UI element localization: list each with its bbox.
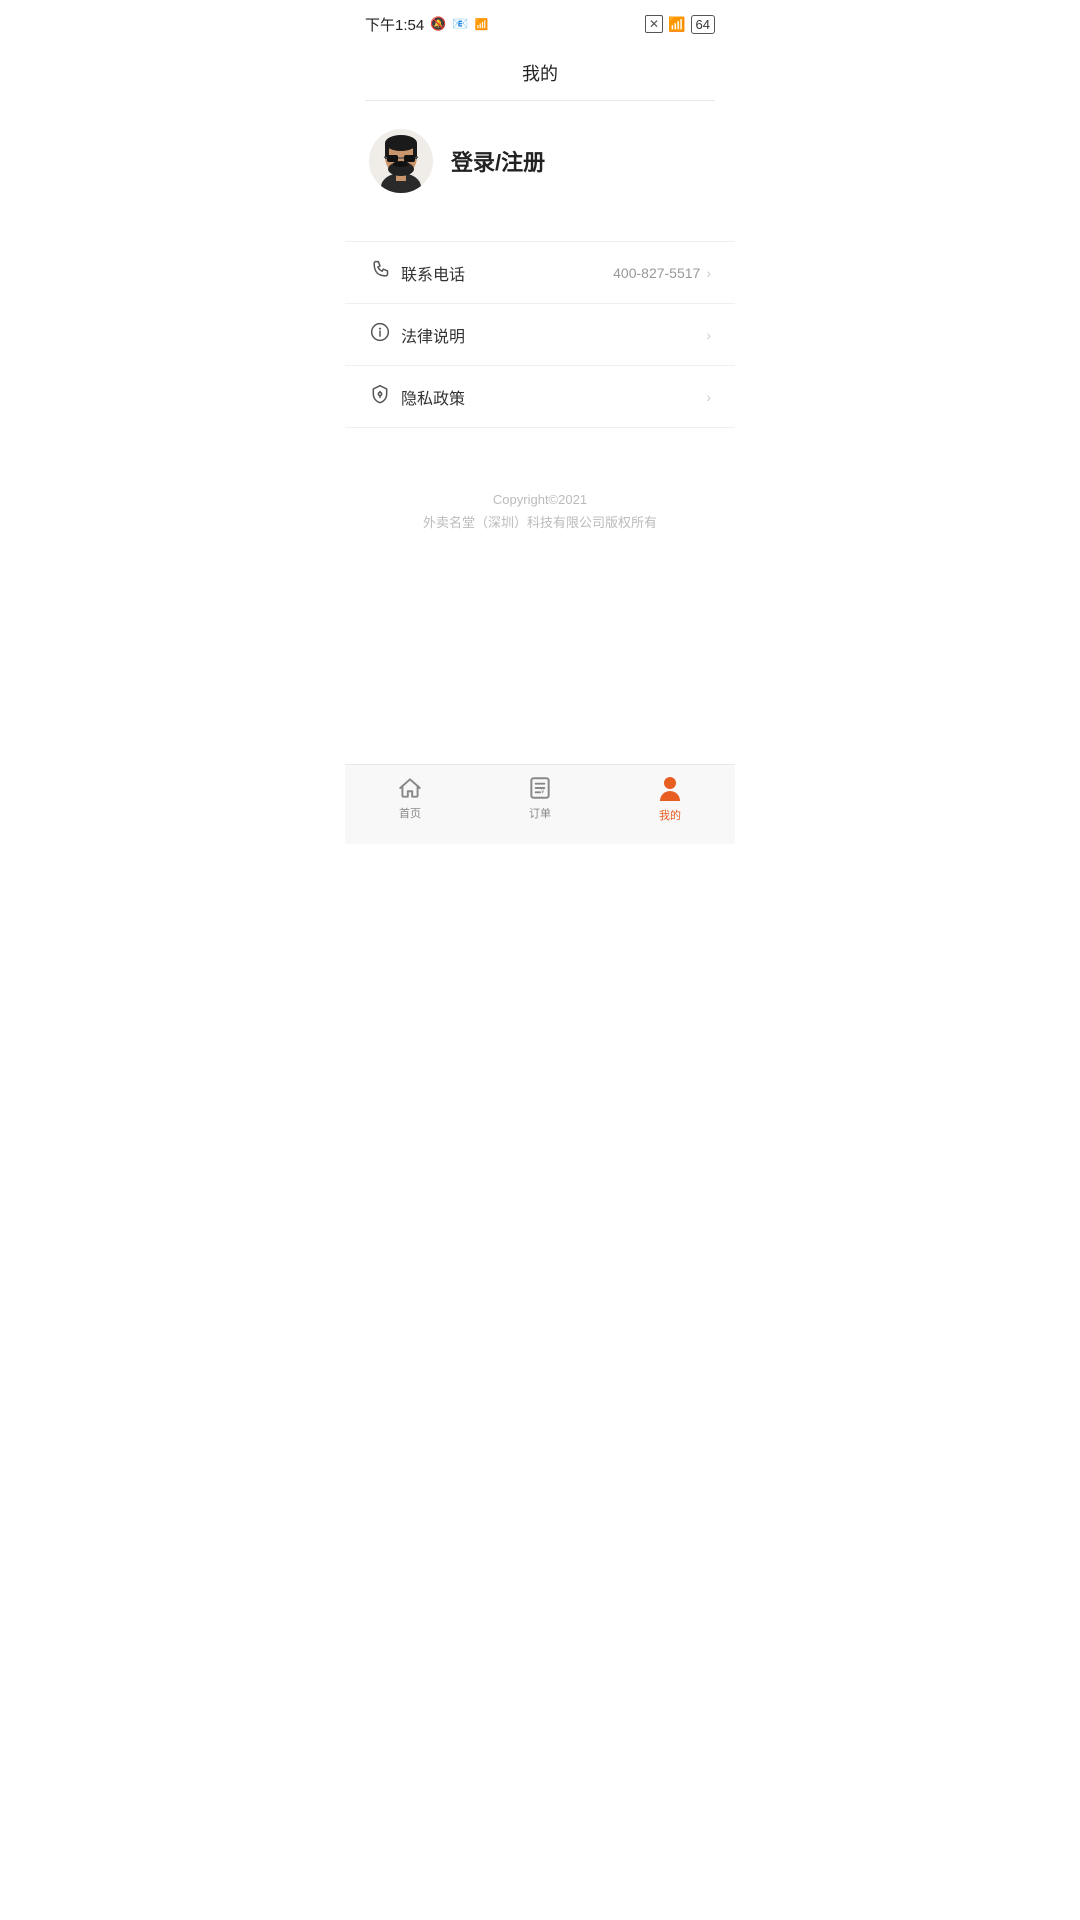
avatar xyxy=(369,129,433,193)
contact-chevron: › xyxy=(706,265,711,281)
user-section[interactable]: 登录/注册 xyxy=(345,101,735,221)
signal-icon: 📶 xyxy=(475,18,489,31)
nav-item-home[interactable]: 首页 xyxy=(345,775,475,821)
home-icon xyxy=(397,775,423,801)
page-title: 我的 xyxy=(345,44,735,100)
svg-text:¥: ¥ xyxy=(541,789,545,795)
menu-item-legal[interactable]: 法律说明 › xyxy=(345,304,735,366)
menu-item-privacy[interactable]: 隐私政策 › xyxy=(345,366,735,428)
order-icon: ¥ xyxy=(527,775,553,801)
close-icon: ✕ xyxy=(645,15,663,33)
message-icon: 📧 xyxy=(452,16,468,32)
login-register-text: 登录/注册 xyxy=(451,145,545,177)
nav-profile-label: 我的 xyxy=(659,807,681,823)
nav-orders-label: 订单 xyxy=(529,805,551,821)
shield-icon xyxy=(369,384,391,409)
status-bar: 下午1:54 🔕 📧 📶 ✕ 📶 64 xyxy=(345,0,735,44)
nav-home-label: 首页 xyxy=(399,805,421,821)
phone-icon xyxy=(369,260,391,285)
legal-label: 法律说明 xyxy=(401,323,465,347)
copyright-section: Copyright©2021 外卖名堂（深圳）科技有限公司版权所有 xyxy=(345,488,735,535)
contact-label: 联系电话 xyxy=(401,261,465,285)
info-icon xyxy=(369,322,391,347)
battery-icon: 64 xyxy=(691,15,715,34)
nav-item-profile[interactable]: 我的 xyxy=(605,775,735,823)
status-time: 下午1:54 xyxy=(365,14,424,35)
copyright-line1: Copyright©2021 xyxy=(345,488,735,511)
menu-section: 联系电话 400-827-5517 › 法律说明 › xyxy=(345,241,735,428)
privacy-chevron: › xyxy=(706,389,711,405)
privacy-label: 隐私政策 xyxy=(401,385,465,409)
nav-item-orders[interactable]: ¥ 订单 xyxy=(475,775,605,821)
mute-icon: 🔕 xyxy=(430,16,446,32)
copyright-line2: 外卖名堂（深圳）科技有限公司版权所有 xyxy=(345,511,735,534)
menu-item-contact[interactable]: 联系电话 400-827-5517 › xyxy=(345,241,735,304)
person-icon xyxy=(656,775,684,803)
contact-value: 400-827-5517 xyxy=(613,265,700,281)
legal-chevron: › xyxy=(706,327,711,343)
bottom-nav: 首页 ¥ 订单 我的 xyxy=(345,764,735,844)
wifi-icon: 📶 xyxy=(668,16,685,33)
